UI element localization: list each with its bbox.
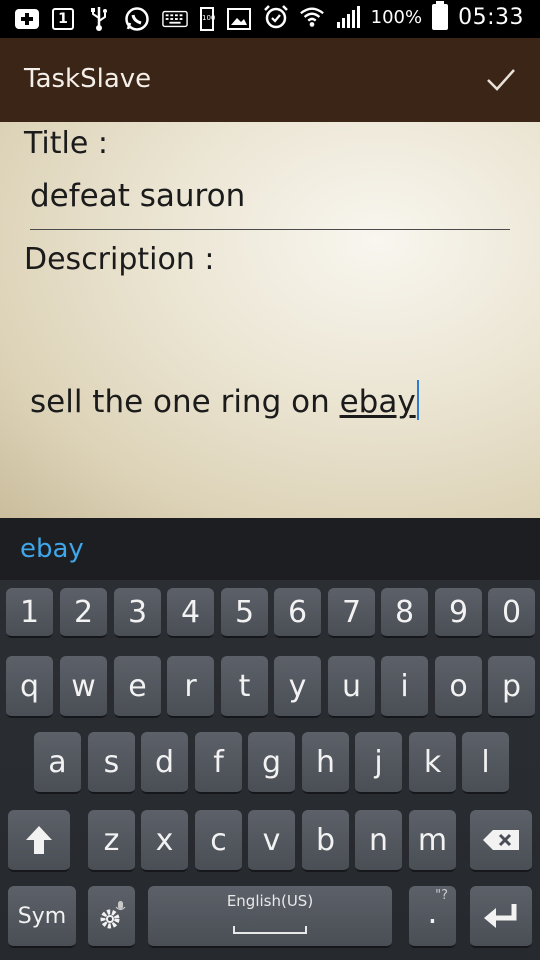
punctuation-hint: "?	[435, 888, 448, 903]
key-j[interactable]: j	[355, 732, 402, 794]
enter-icon	[484, 904, 517, 928]
space-key[interactable]: English(US)	[148, 886, 392, 948]
settings-icon	[100, 901, 125, 929]
suggestion-bar: ebay	[0, 518, 540, 581]
space-language-label: English(US)	[226, 892, 314, 910]
confirm-button[interactable]	[484, 62, 518, 96]
key-l[interactable]: l	[462, 732, 509, 794]
sym-key[interactable]: Sym	[8, 886, 76, 948]
status-time: 05:33	[458, 4, 524, 30]
key-e[interactable]: e	[114, 656, 161, 718]
key-4[interactable]: 4	[167, 588, 214, 638]
key-8[interactable]: 8	[381, 588, 428, 638]
title-input-underline	[30, 229, 510, 230]
space-bar-icon	[233, 926, 307, 934]
key-2[interactable]: 2	[60, 588, 107, 638]
shift-key[interactable]	[8, 810, 70, 872]
title-input[interactable]: defeat sauron	[30, 178, 245, 214]
signal-icon	[335, 4, 361, 30]
key-u[interactable]: u	[328, 656, 375, 718]
keyboard: 1 2 3 4 5 6 7 8 9 0 q w e r t y u i o p …	[0, 580, 540, 960]
key-3[interactable]: 3	[114, 588, 161, 638]
key-z[interactable]: z	[88, 810, 135, 872]
key-i[interactable]: i	[381, 656, 428, 718]
status-bar: 1 100 100% 05:33	[0, 0, 540, 38]
key-9[interactable]: 9	[435, 588, 482, 638]
battery-mini-icon: 100	[200, 7, 215, 31]
app-title: TaskSlave	[24, 64, 152, 94]
check-icon	[487, 69, 515, 91]
key-h[interactable]: h	[302, 732, 349, 794]
keyboard-icon	[162, 6, 188, 32]
description-current-word: ebay	[339, 384, 416, 420]
status-icons-right: 100% 05:33	[263, 1, 524, 30]
key-r[interactable]: r	[167, 656, 214, 718]
key-g[interactable]: g	[248, 732, 295, 794]
backspace-icon	[483, 830, 519, 850]
key-t[interactable]: t	[221, 656, 268, 718]
description-input[interactable]: sell the one ring on ebay	[30, 380, 419, 420]
key-o[interactable]: o	[435, 656, 482, 718]
suggestion-item[interactable]: ebay	[20, 534, 84, 564]
key-x[interactable]: x	[141, 810, 188, 872]
wifi-icon	[299, 4, 325, 30]
task-editor: Title : defeat sauron Description : sell…	[0, 122, 540, 518]
battery-percentage: 100%	[370, 6, 423, 28]
key-d[interactable]: d	[141, 732, 188, 794]
key-f[interactable]: f	[195, 732, 242, 794]
action-bar: TaskSlave	[0, 38, 540, 122]
image-icon	[226, 6, 252, 32]
key-k[interactable]: k	[409, 732, 456, 794]
key-w[interactable]: w	[60, 656, 107, 718]
notification-number-icon: 1	[52, 8, 74, 30]
key-6[interactable]: 6	[274, 588, 321, 638]
battery-icon	[432, 1, 449, 30]
key-m[interactable]: m	[409, 810, 456, 872]
backspace-key[interactable]	[470, 810, 532, 872]
key-s[interactable]: s	[88, 732, 135, 794]
key-5[interactable]: 5	[221, 588, 268, 638]
whatsapp-icon	[124, 6, 150, 32]
text-cursor	[416, 380, 419, 420]
key-0[interactable]: 0	[488, 588, 535, 638]
status-icons-left: 1 100	[14, 6, 252, 32]
key-q[interactable]: q	[6, 656, 53, 718]
punctuation-key[interactable]: "? .	[409, 886, 456, 948]
key-n[interactable]: n	[355, 810, 402, 872]
add-icon	[14, 6, 40, 32]
key-c[interactable]: c	[195, 810, 242, 872]
description-label: Description :	[24, 242, 215, 277]
key-y[interactable]: y	[274, 656, 321, 718]
title-label: Title :	[24, 126, 108, 161]
key-7[interactable]: 7	[328, 588, 375, 638]
usb-icon	[86, 6, 112, 32]
description-text: sell the one ring on	[30, 384, 340, 420]
key-v[interactable]: v	[248, 810, 295, 872]
key-b[interactable]: b	[302, 810, 349, 872]
key-1[interactable]: 1	[6, 588, 53, 638]
alarm-icon	[263, 4, 289, 30]
enter-key[interactable]	[470, 886, 532, 948]
settings-key[interactable]	[88, 886, 135, 948]
shift-icon	[26, 826, 52, 854]
key-a[interactable]: a	[34, 732, 81, 794]
key-p[interactable]: p	[488, 656, 535, 718]
